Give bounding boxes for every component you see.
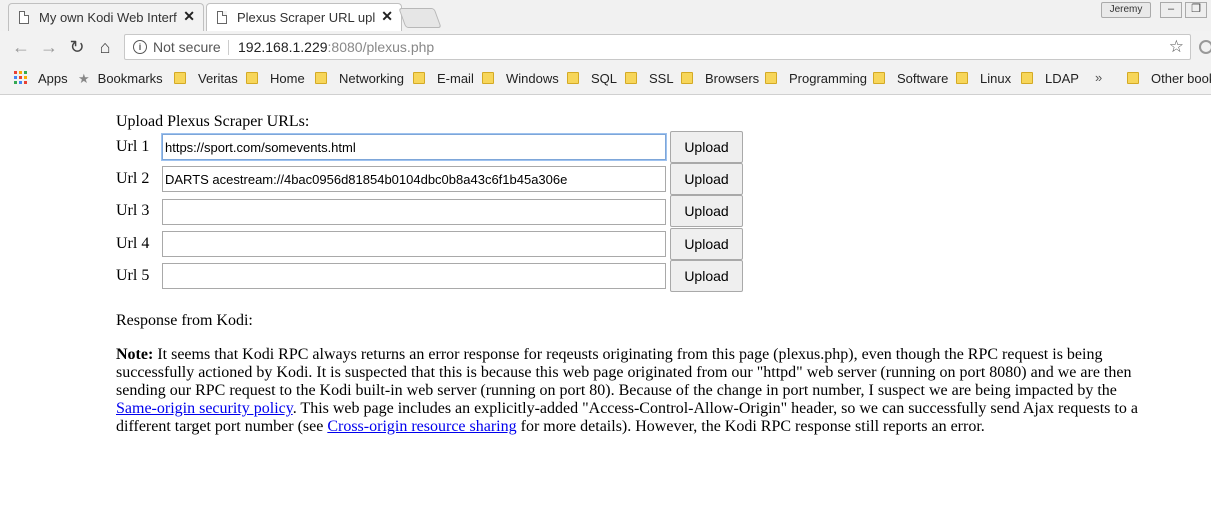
url5-label: Url 5 [116,267,150,284]
folder-icon [1021,72,1033,84]
bookmark-label: Veritas [198,71,238,86]
tab-strip: My own Kodi Web Interfa ✕ Plexus Scraper… [0,0,1211,31]
note-text-3: for more details). However, the Kodi RPC… [516,418,985,435]
url3-input[interactable] [162,199,666,225]
upload-button-1[interactable]: Upload [670,131,743,163]
upload-button-2[interactable]: Upload [670,163,743,195]
folder-icon [1127,72,1139,84]
close-icon[interactable]: ✕ [183,8,195,25]
bookmark-folder-veritas[interactable]: Veritas [174,71,238,86]
upload-button-3[interactable]: Upload [670,195,743,227]
bookmark-label: LDAP [1045,71,1079,86]
folder-icon [315,72,327,84]
close-icon[interactable]: ✕ [381,8,393,25]
note-text-1: It seems that Kodi RPC always returns an… [116,346,1132,399]
url-host: 192.168.1.229 [238,39,328,55]
bookmark-label: Home [270,71,305,86]
bookmark-label: Bookmarks [97,71,163,86]
bookmark-folder-other[interactable]: Other bookm [1127,71,1211,86]
star-icon[interactable]: ☆ [1169,37,1184,57]
bookmark-folder-email[interactable]: E-mail [413,71,474,86]
address-bar[interactable]: i Not secure 192.168.1.229:8080/plexus.p… [124,34,1191,60]
apps-icon[interactable] [14,71,28,85]
url-text[interactable]: 192.168.1.229:8080/plexus.php [238,39,434,55]
bookmark-folder-home[interactable]: Home [246,71,305,86]
tab-title: My own Kodi Web Interfa [39,10,177,25]
bookmark-label: Browsers [705,71,760,86]
folder-icon [956,72,968,84]
back-icon[interactable]: ← [10,36,32,58]
bookmark-label: Programming [789,71,868,86]
folder-icon [765,72,777,84]
folder-icon [873,72,885,84]
bookmark-label: Linux [980,71,1012,86]
page-icon [19,11,29,24]
tab-kodi-web-interface[interactable]: My own Kodi Web Interfa ✕ [8,3,204,31]
restore-icon[interactable]: ❐ [1185,2,1207,18]
bookmark-folder-windows[interactable]: Windows [482,71,559,86]
bookmark-label: Windows [506,71,559,86]
home-icon[interactable]: ⌂ [94,36,116,58]
minimize-icon[interactable]: – [1160,2,1182,18]
bookmark-label: E-mail [437,71,474,86]
bookmark-folder-programming[interactable]: Programming [765,71,867,86]
folder-icon [174,72,186,84]
extension-icon[interactable] [1199,40,1211,54]
tab-plexus-scraper[interactable]: Plexus Scraper URL uploa ✕ [206,3,402,31]
url1-input[interactable] [162,134,666,160]
bookmark-folder-networking[interactable]: Networking [315,71,404,86]
tab-title: Plexus Scraper URL uploa [237,10,375,25]
profile-badge[interactable]: Jeremy [1101,2,1151,18]
url-path: :8080/plexus.php [327,39,435,55]
folder-icon [413,72,425,84]
info-icon[interactable]: i [133,40,147,54]
page-heading: Upload Plexus Scraper URLs: [116,113,310,130]
bookmark-bookmarks[interactable]: ★ Bookmarks [78,71,163,87]
url2-input[interactable] [162,166,666,192]
bookmark-folder-ssl[interactable]: SSL [625,71,674,86]
folder-icon [482,72,494,84]
url3-label: Url 3 [116,202,150,219]
bookmark-star-icon: ★ [78,71,90,86]
page-content: Upload Plexus Scraper URLs: Url 1 Upload… [0,95,1211,518]
bookmark-folder-linux[interactable]: Linux [956,71,1011,86]
note-bold: Note: [116,346,154,363]
folder-icon [567,72,579,84]
bookmark-folder-software[interactable]: Software [873,71,948,86]
cors-link[interactable]: Cross-origin resource sharing [327,418,516,435]
divider [228,40,229,55]
bookmarks-overflow-button[interactable]: » [1095,70,1102,85]
bookmark-apps[interactable]: Apps [38,71,68,86]
bookmark-label: SQL [591,71,618,86]
bookmark-folder-sql[interactable]: SQL [567,71,617,86]
bookmark-label: Other bookm [1151,71,1211,86]
security-status[interactable]: Not secure [153,39,221,55]
upload-button-5[interactable]: Upload [670,260,743,292]
url1-label: Url 1 [116,138,150,155]
response-label: Response from Kodi: [116,312,253,329]
reload-icon[interactable]: ↻ [66,36,88,58]
folder-icon [681,72,693,84]
url5-input[interactable] [162,263,666,289]
url4-label: Url 4 [116,235,150,252]
bookmark-label: Software [897,71,949,86]
bookmark-label: Networking [339,71,405,86]
note-paragraph: Note: It seems that Kodi RPC always retu… [116,346,1146,436]
bookmark-folder-browsers[interactable]: Browsers [681,71,759,86]
bookmark-folder-ldap[interactable]: LDAP [1021,71,1079,86]
forward-icon[interactable]: → [38,36,60,58]
url4-input[interactable] [162,231,666,257]
folder-icon [625,72,637,84]
url2-label: Url 2 [116,170,150,187]
upload-button-4[interactable]: Upload [670,228,743,260]
folder-icon [246,72,258,84]
same-origin-policy-link[interactable]: Same-origin security policy [116,400,293,417]
page-icon [217,11,227,24]
bookmark-label: SSL [649,71,674,86]
new-tab-button[interactable] [398,8,442,28]
